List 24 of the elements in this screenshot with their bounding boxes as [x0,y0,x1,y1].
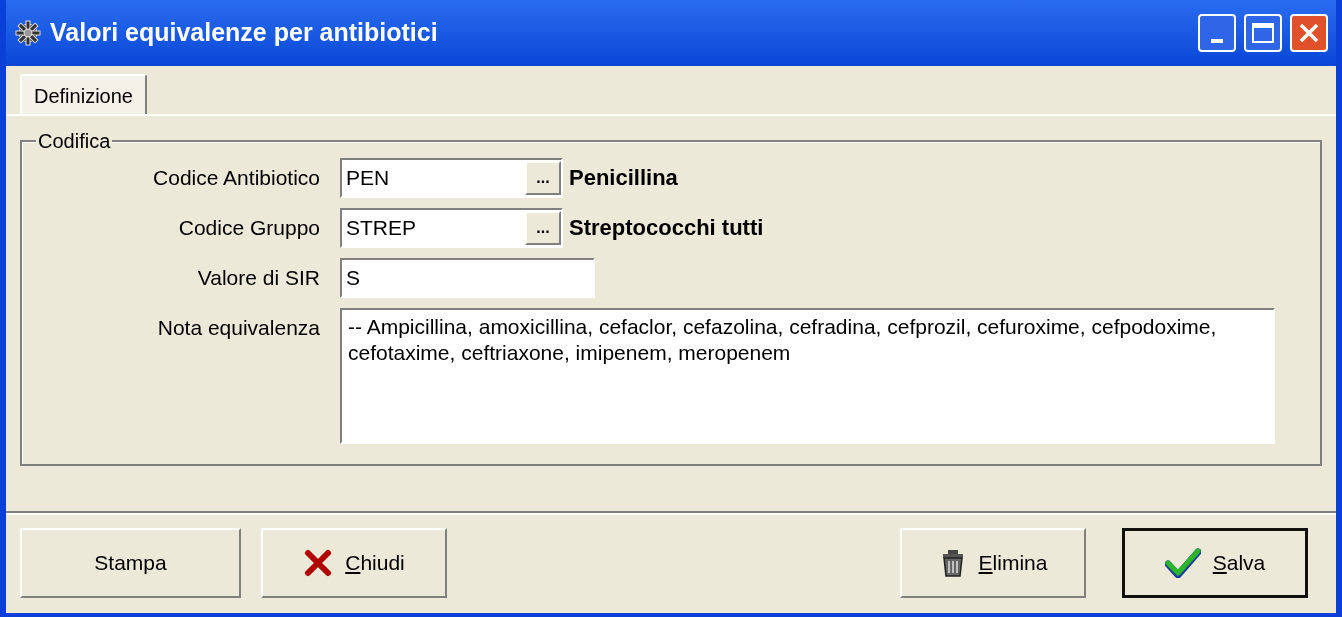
close-button[interactable]: Chiudi [261,528,447,598]
save-button[interactable]: Salva [1122,528,1308,598]
close-button[interactable] [1290,14,1328,52]
description-text: Penicillina [568,164,678,192]
input-field[interactable]: STREP ... [340,208,563,248]
field-label: Nota equivalenza [156,315,321,341]
close-icon [303,548,334,578]
input-field[interactable]: PEN ... [340,158,563,198]
minimize-button[interactable] [1198,14,1236,52]
delete-button[interactable]: Elimina [900,528,1086,598]
description-text: Streptococchi tutti [568,214,764,242]
browse-button[interactable]: ... [525,211,561,245]
input-field[interactable]: S [340,258,595,298]
browse-button[interactable]: ... [525,161,561,195]
field-label: Codice Gruppo [177,215,321,241]
check-icon [1164,548,1201,578]
field-label: Codice Antibiotico [152,165,321,191]
maximize-button[interactable] [1244,14,1282,52]
text-area[interactable]: -- Ampicillina, amoxicillina, cefaclor, cefazolina, cefradina, cefprozil, cefuroxime, cefpodoxime, cefotaxime, ceftriaxone, imipenem, meropenem [340,308,1275,444]
print-button[interactable]: Stampa [20,528,241,598]
field-label: Valore di SIR [196,265,321,291]
close-icon [1298,22,1320,44]
window-title: Valori equivalenze per antibiotici [50,17,439,49]
tab[interactable]: Definizione [20,74,147,116]
